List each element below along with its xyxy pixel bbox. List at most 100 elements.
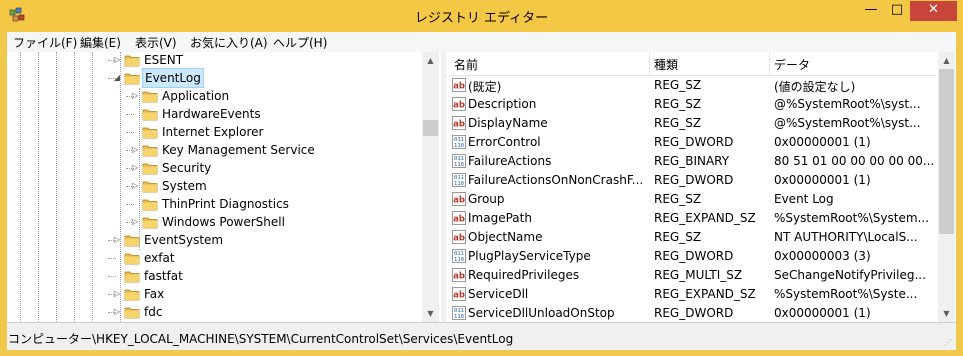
value-row[interactable]: ab Description REG_SZ @%SystemRoot%\syst...: [446, 95, 936, 114]
value-type: REG_SZ: [654, 230, 702, 244]
expand-arrow-icon[interactable]: ▷: [112, 285, 122, 303]
value-row[interactable]: ab DisplayName REG_SZ @%SystemRoot%\syst...: [446, 114, 936, 133]
tree-item-label[interactable]: exfat: [142, 249, 177, 267]
tree-item[interactable]: ▷ Application: [7, 87, 422, 105]
tree-vertical-scrollbar[interactable]: ▲ ▼: [422, 52, 439, 322]
close-button[interactable]: ✕: [910, 1, 957, 21]
column-divider[interactable]: [649, 52, 650, 74]
menu-file[interactable]: ファイル(F): [13, 34, 77, 51]
value-row[interactable]: 011 110 FailureActionsOnNonCrashF... REG_DW…: [446, 171, 936, 190]
value-row[interactable]: ab Group REG_SZ Event Log: [446, 190, 936, 209]
expand-arrow-icon[interactable]: ▷: [130, 177, 140, 195]
list-vertical-scrollbar[interactable]: ▲ ▼: [938, 52, 955, 322]
values-list-pane[interactable]: 名前 種類 データ ab (既定) REG_SZ (値の設定なし) ab Descript…: [446, 52, 956, 322]
tree-item[interactable]: ▷ Windows PowerShell: [7, 213, 422, 231]
expand-arrow-icon[interactable]: ▷: [130, 87, 140, 105]
tree-item-label[interactable]: fastfat: [142, 267, 185, 285]
menu-help[interactable]: ヘルプ(H): [273, 34, 327, 51]
value-row[interactable]: ab RequiredPrivileges REG_MULTI_SZ SeChange…: [446, 266, 936, 285]
svg-text:ab: ab: [453, 196, 465, 206]
tree-item-label[interactable]: System: [160, 177, 209, 195]
expand-arrow-icon[interactable]: ▷: [112, 231, 122, 249]
folder-icon: [142, 143, 158, 157]
tree-item-label[interactable]: Fax: [142, 285, 166, 303]
current-key-path: コンピューター\HKEY_LOCAL_MACHINE\SYSTEM\Curren…: [8, 332, 514, 346]
expand-arrow-icon[interactable]: ▷: [130, 213, 140, 231]
folder-icon: [124, 305, 140, 319]
tree-item[interactable]: ▷ ESENT: [7, 52, 422, 69]
tree-item-label[interactable]: HardwareEvents: [160, 105, 263, 123]
maximize-button[interactable]: □: [884, 1, 910, 21]
string-value-icon: ab: [452, 211, 466, 225]
value-name: Group: [468, 192, 505, 206]
tree-item[interactable]: ▷ fdc: [7, 303, 422, 321]
tree-item[interactable]: Internet Explorer: [7, 123, 422, 141]
tree-item[interactable]: HardwareEvents: [7, 105, 422, 123]
tree-item-label[interactable]: EventSystem: [142, 231, 225, 249]
menu-favorites[interactable]: お気に入り(A): [190, 34, 268, 51]
value-row[interactable]: ab ServiceDll REG_EXPAND_SZ %SystemRoot%\Sy…: [446, 285, 936, 304]
folder-icon: [142, 107, 158, 121]
value-row[interactable]: 011 110 ErrorControl REG_DWORD 0x00000001 (1…: [446, 133, 936, 152]
scroll-up-arrow-icon[interactable]: ▲: [938, 52, 955, 69]
key-tree-pane[interactable]: ▷ ESENT ◢ EventLog ▷ Application HardwareEvent…: [7, 52, 442, 322]
tree-item[interactable]: ▷ Security: [7, 159, 422, 177]
tree-item[interactable]: ▷ System: [7, 177, 422, 195]
tree-item[interactable]: ThinPrint Diagnostics: [7, 195, 422, 213]
value-data: SeChangeNotifyPrivileg...: [774, 268, 926, 282]
scroll-down-arrow-icon[interactable]: ▼: [422, 305, 439, 322]
value-row[interactable]: 011 110 ServiceDllUnloadOnStop REG_DWORD 0x0…: [446, 304, 936, 322]
expand-arrow-icon[interactable]: ▷: [130, 141, 140, 159]
tree-item-label[interactable]: fdc: [142, 303, 164, 321]
string-value-icon: ab: [452, 230, 466, 244]
value-row[interactable]: ab ImagePath REG_EXPAND_SZ %SystemRoot%\Sys…: [446, 209, 936, 228]
tree-guide-line: [126, 204, 134, 205]
svg-text:110: 110: [454, 143, 464, 149]
value-row[interactable]: 011 110 PlugPlayServiceType REG_DWORD 0x0000…: [446, 247, 936, 266]
column-header-type[interactable]: 種類: [654, 56, 678, 73]
tree-item-label[interactable]: EventLog: [142, 68, 204, 88]
tree-item-label[interactable]: ESENT: [142, 52, 185, 69]
tree-item-label[interactable]: Application: [160, 87, 231, 105]
value-row[interactable]: ab ObjectName REG_SZ NT AUTHORITY\LocalS...: [446, 228, 936, 247]
column-divider[interactable]: [769, 52, 770, 74]
tree-item-label[interactable]: ThinPrint Diagnostics: [160, 195, 291, 213]
folder-icon: [124, 269, 140, 283]
scroll-up-arrow-icon[interactable]: ▲: [422, 52, 439, 69]
tree-item[interactable]: exfat: [7, 249, 422, 267]
expand-arrow-icon[interactable]: ▷: [112, 52, 122, 69]
scrollbar-thumb[interactable]: [423, 120, 438, 136]
string-value-icon: ab: [452, 192, 466, 206]
value-row[interactable]: 011 110 FailureActions REG_BINARY 80 51 01 0…: [446, 152, 936, 171]
tree-item[interactable]: ▷ Fax: [7, 285, 422, 303]
tree-item[interactable]: ◢ EventLog: [7, 68, 422, 88]
value-row[interactable]: ab (既定) REG_SZ (値の設定なし): [446, 76, 936, 95]
value-type: REG_SZ: [654, 78, 702, 92]
menu-edit[interactable]: 編集(E): [80, 34, 121, 51]
value-name: (既定): [468, 80, 502, 94]
minimize-button[interactable]: —: [858, 1, 884, 21]
column-header-data[interactable]: データ: [774, 56, 810, 73]
scroll-down-arrow-icon[interactable]: ▼: [938, 305, 955, 322]
tree-item-label[interactable]: Windows PowerShell: [160, 213, 287, 231]
collapse-arrow-icon[interactable]: ◢: [112, 69, 122, 87]
menu-view[interactable]: 表示(V): [135, 34, 177, 51]
binary-value-icon: 011 110: [452, 249, 466, 263]
resize-grip-icon[interactable]: ⋰: [944, 338, 954, 348]
title-bar[interactable]: レジストリ エディター — □ ✕: [0, 0, 963, 32]
value-data: (値の設定なし): [774, 80, 856, 94]
tree-item[interactable]: fastfat: [7, 267, 422, 285]
svg-text:110: 110: [454, 162, 464, 168]
expand-arrow-icon[interactable]: ▷: [130, 159, 140, 177]
value-data: 0x00000001 (1): [774, 306, 871, 320]
value-type: REG_DWORD: [654, 306, 734, 320]
column-header-name[interactable]: 名前: [454, 56, 478, 73]
tree-item-label[interactable]: Key Management Service: [160, 141, 317, 159]
tree-item[interactable]: ▷ EventSystem: [7, 231, 422, 249]
tree-item[interactable]: ▷ Key Management Service: [7, 141, 422, 159]
folder-icon: [124, 71, 140, 85]
expand-arrow-icon[interactable]: ▷: [112, 303, 122, 321]
tree-item-label[interactable]: Security: [160, 159, 213, 177]
tree-item-label[interactable]: Internet Explorer: [160, 123, 265, 141]
scrollbar-thumb[interactable]: [939, 69, 954, 234]
